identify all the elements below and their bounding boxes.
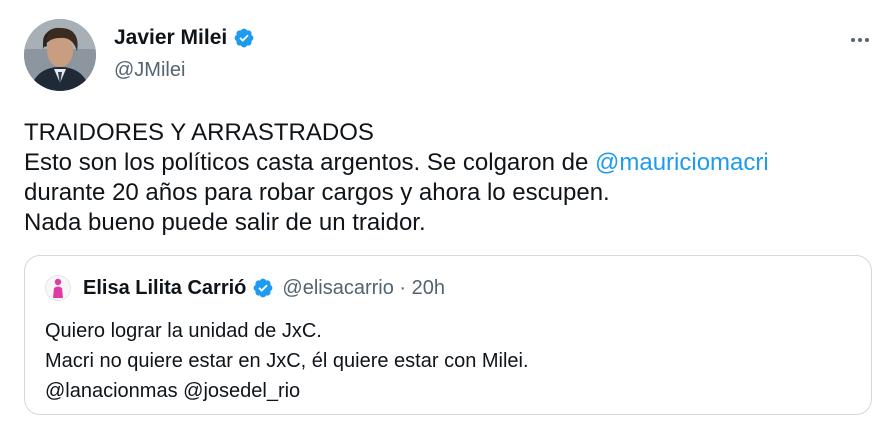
- tweet-line-4: Nada bueno puede salir de un traidor.: [24, 209, 426, 236]
- quoted-line-1: Quiero lograr la unidad de JxC.: [45, 320, 322, 342]
- more-options-icon[interactable]: [846, 30, 874, 50]
- profile-photo: [24, 19, 96, 91]
- mention-link[interactable]: @mauriciomacri: [595, 149, 769, 176]
- tweet-text: TRAIDORES Y ARRASTRADOS Esto son los pol…: [24, 118, 864, 238]
- author-name[interactable]: Javier Milei: [114, 26, 255, 50]
- quoted-author-name[interactable]: Elisa Lilita Carrió: [83, 277, 246, 300]
- quoted-line-2: Macri no quiere estar en JxC, él quiere …: [45, 350, 529, 372]
- quoted-tweet-header: Elisa Lilita Carrió @elisacarrio · 20h: [45, 275, 445, 301]
- more-dot: [851, 38, 855, 42]
- verified-badge-icon: [233, 27, 255, 49]
- tweet-line-2: Esto son los políticos casta argentos. S…: [24, 148, 864, 178]
- author-handle[interactable]: @JMilei: [114, 59, 185, 82]
- author-name-text: Javier Milei: [114, 26, 228, 49]
- quoted-line-3: @lanacionmas @josedel_rio: [45, 380, 301, 402]
- tweet-line-3: durante 20 años para robar cargos y ahor…: [24, 179, 610, 206]
- more-dot: [858, 38, 862, 42]
- quoted-tweet-text: Quiero lograr la unidad de JxC. Macri no…: [45, 316, 845, 406]
- more-dot: [865, 38, 869, 42]
- quoted-tweet-card[interactable]: Elisa Lilita Carrió @elisacarrio · 20h Q…: [24, 255, 872, 415]
- verified-badge-icon: [252, 277, 274, 299]
- tweet-line-2-text: Esto son los políticos casta argentos. S…: [24, 149, 595, 176]
- quoted-handle-time[interactable]: @elisacarrio · 20h: [282, 277, 445, 300]
- tweet-line-1: TRAIDORES Y ARRASTRADOS: [24, 119, 374, 146]
- pink-figure-icon: [53, 278, 63, 298]
- quoted-author-avatar[interactable]: [45, 275, 71, 301]
- author-avatar[interactable]: [24, 19, 96, 91]
